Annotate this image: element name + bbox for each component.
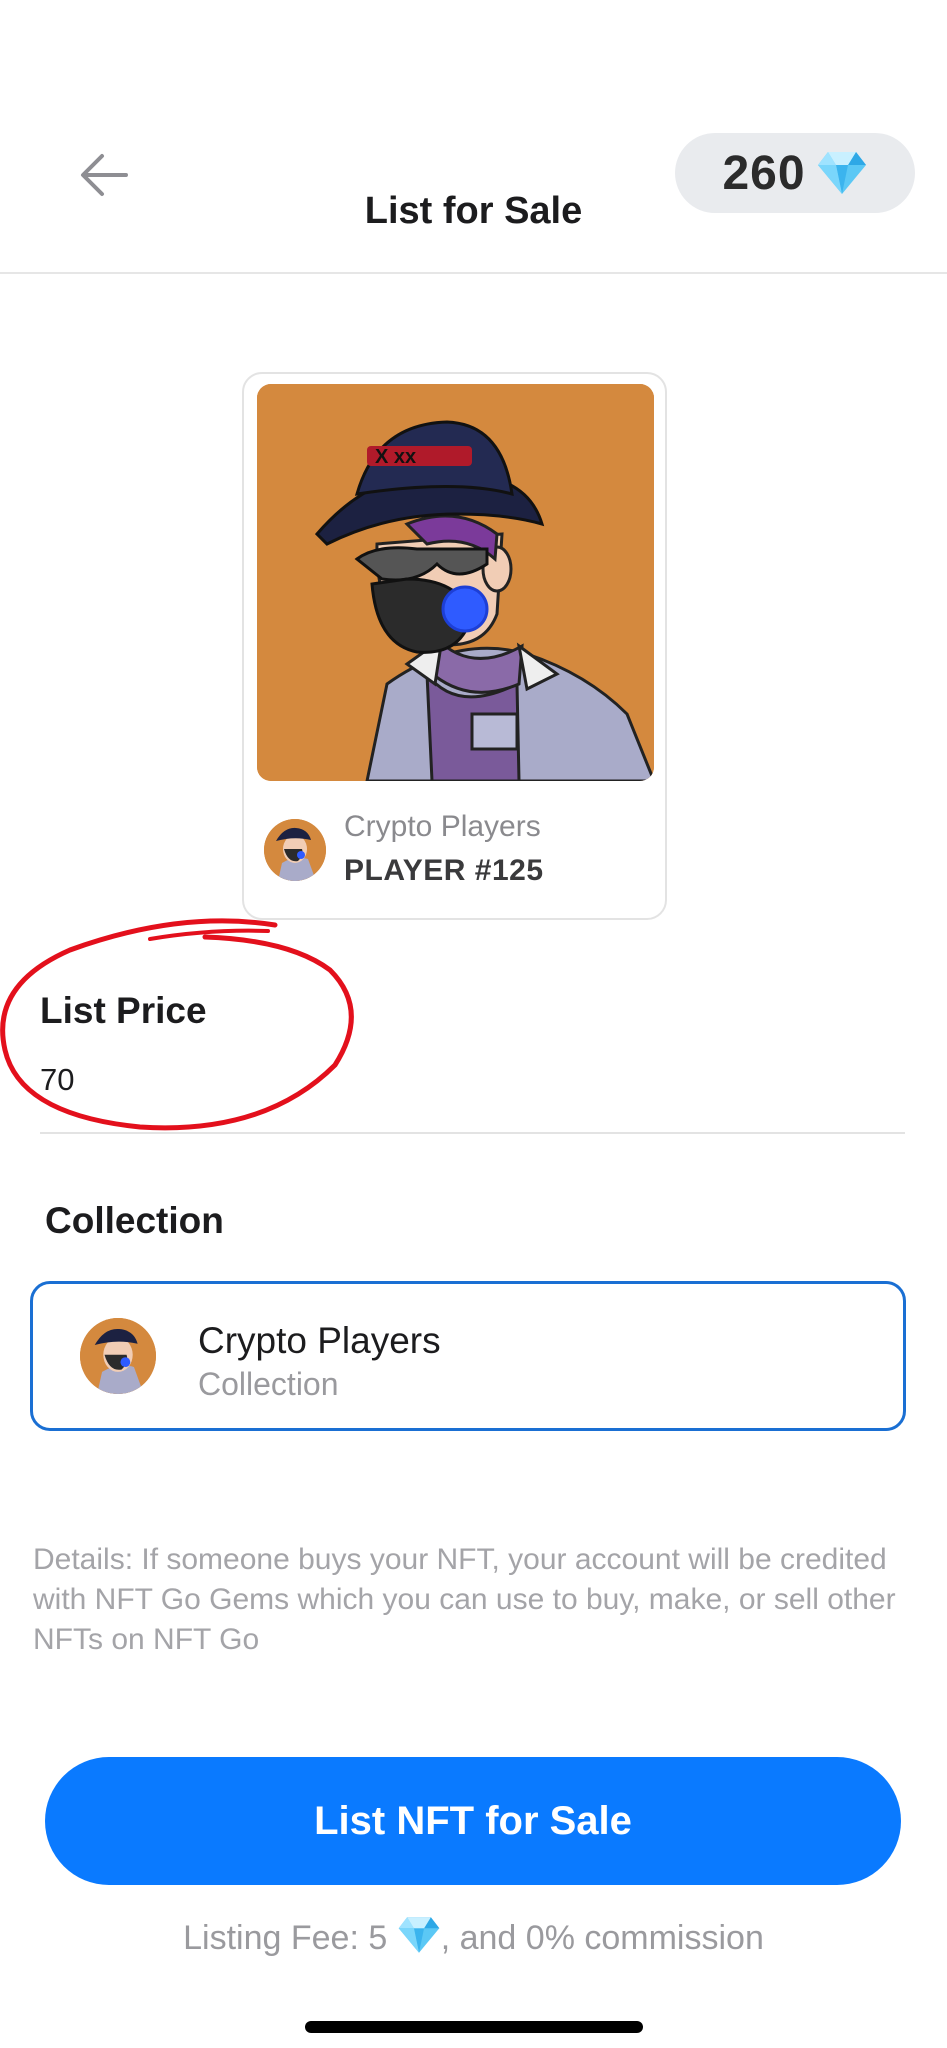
list-price-label: List Price bbox=[40, 990, 207, 1031]
price-divider bbox=[40, 1132, 905, 1134]
list-nft-for-sale-button[interactable]: List NFT for Sale bbox=[45, 1757, 901, 1885]
card-collection-name: Crypto Players bbox=[344, 810, 541, 843]
listing-fee-suffix: , and 0% commission bbox=[440, 1919, 764, 1957]
svg-text:X xx: X xx bbox=[375, 446, 416, 468]
collection-selector-subtitle: Collection bbox=[198, 1366, 339, 1402]
collection-avatar bbox=[264, 819, 326, 881]
collection-selector-name: Crypto Players bbox=[198, 1320, 441, 1361]
header-divider bbox=[0, 272, 947, 274]
details-text: Details: If someone buys your NFT, your … bbox=[33, 1543, 896, 1656]
collection-section-label: Collection bbox=[45, 1200, 224, 1241]
listing-fee-prefix: Listing Fee: 5 bbox=[183, 1919, 388, 1957]
listing-fee-line: Listing Fee: 5 , and 0% commission bbox=[0, 1915, 947, 1964]
diamond-gem-icon bbox=[817, 152, 866, 194]
diamond-gem-icon bbox=[397, 1915, 441, 1964]
home-indicator[interactable] bbox=[305, 2021, 643, 2033]
gem-balance-value: 260 bbox=[722, 146, 806, 200]
nft-artwork-image: X xx bbox=[257, 384, 654, 781]
list-price-input[interactable] bbox=[40, 1055, 900, 1105]
collection-selector[interactable]: Crypto Players Collection bbox=[30, 1281, 906, 1431]
gem-balance-badge[interactable]: 260 bbox=[675, 133, 915, 213]
nft-card[interactable]: X xx Crypto Players PLAYER #125 bbox=[242, 372, 667, 920]
card-token-name: PLAYER #125 bbox=[344, 854, 544, 887]
collection-selector-avatar bbox=[80, 1318, 156, 1394]
